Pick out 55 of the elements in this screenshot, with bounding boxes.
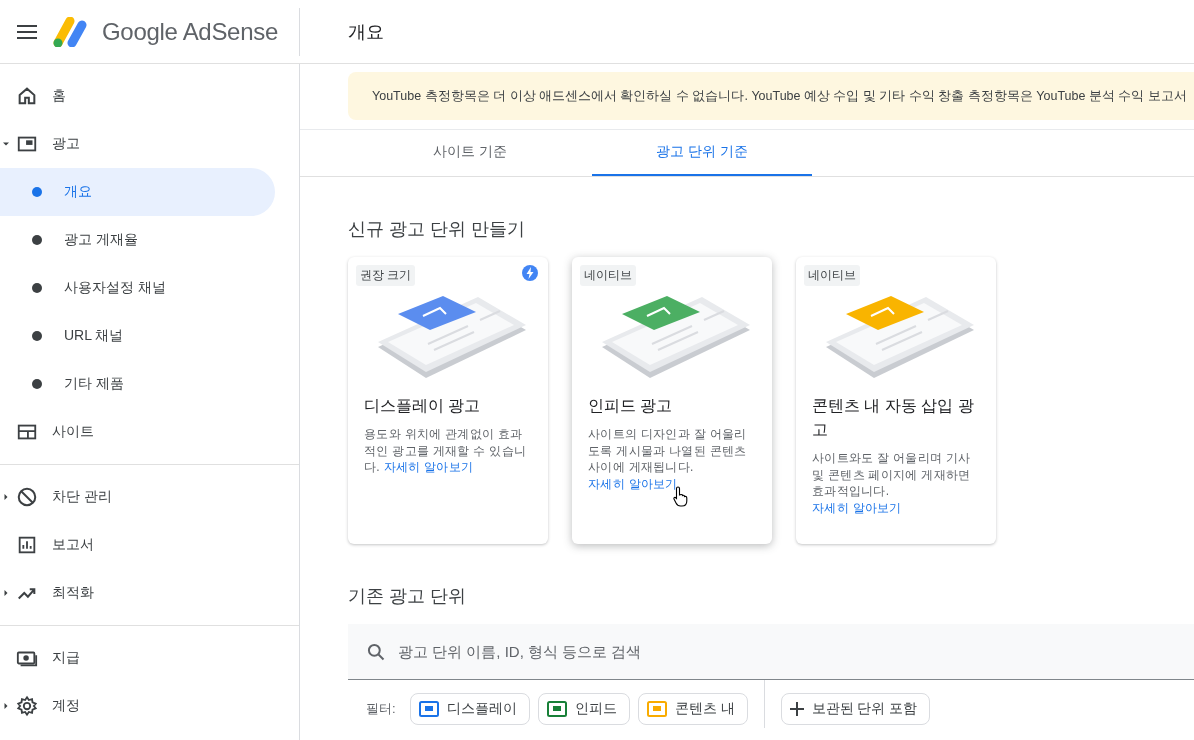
section-title: 신규 광고 단위 만들기 bbox=[348, 218, 526, 241]
home-icon bbox=[16, 85, 38, 107]
nav-subitem[interactable]: 개요 bbox=[0, 168, 275, 216]
nav-item[interactable]: 차단 관리 bbox=[0, 473, 275, 521]
card-title: 인피드 광고 bbox=[588, 396, 674, 416]
bullet-icon bbox=[32, 379, 42, 389]
nav-subitem[interactable]: 기타 제품 bbox=[0, 360, 275, 408]
search-icon bbox=[366, 641, 386, 662]
bullet-icon bbox=[32, 187, 42, 197]
nav-subitem[interactable]: 광고 게재율 bbox=[0, 216, 275, 264]
card-title: 콘텐츠 내 자동 삽입 광고 bbox=[812, 396, 975, 440]
notice-banner: YouTube 측정항목은 더 이상 애드센스에서 확인하실 수 없습니다. YouTube 예상 수입 및 기타 수익 창출 측정항목은 YouTube 분석 수익 보고서 bbox=[348, 72, 1194, 120]
tab[interactable]: 사이트 기준 bbox=[348, 130, 592, 176]
ad-type-card[interactable]: 네이티브 콘텐츠 내 자동 삽입 광고 사이트와도 잘 어울리며 기사 및 콘텐츠 페이지에 게재하면 효과적입니다. 자세히 알아보기 bbox=[796, 257, 996, 544]
bullet-icon bbox=[32, 331, 42, 341]
nav-subitem[interactable]: URL 채널 bbox=[0, 312, 275, 360]
nav-item[interactable]: 사이트 bbox=[0, 408, 275, 456]
section-title: 기존 광고 단위 bbox=[348, 585, 467, 608]
filter-chip[interactable]: 콘텐츠 내 bbox=[637, 693, 748, 725]
include-archived-button[interactable]: 보관된 단위 포함 bbox=[780, 693, 931, 725]
tab[interactable]: 광고 단위 기준 bbox=[592, 130, 812, 176]
learn-more-link[interactable]: 자세히 알아보기 bbox=[588, 476, 678, 491]
card-description: 사이트의 디자인과 잘 어울리도록 게시물과 나열된 콘텐츠 사이에 게재됩니다. 자세히 알아보기 bbox=[588, 426, 748, 492]
bullet-icon bbox=[32, 235, 42, 245]
filter-chip[interactable]: 디스플레이 bbox=[409, 693, 530, 725]
logo-icon bbox=[52, 16, 88, 47]
nav-item[interactable]: 계정 bbox=[0, 682, 275, 730]
card-tag: 권장 크기 bbox=[356, 265, 416, 286]
nav-item[interactable]: 지급 bbox=[0, 634, 275, 682]
ad-type-card[interactable]: 네이티브 인피드 광고 사이트의 디자인과 잘 어울리도록 게시물과 나열된 콘텐츠 사이에 게재됩니다. 자세히 알아보기 bbox=[572, 257, 772, 544]
learn-more-link[interactable]: 자세히 알아보기 bbox=[383, 460, 474, 474]
ad-type-card[interactable]: 권장 크기 디스플레이 광고 용도와 위치에 관계없이 효과적인 광고를 게재할 수 있습니다. 자세히 알아보기 bbox=[348, 257, 548, 544]
nav-item[interactable]: 보고서 bbox=[0, 521, 275, 569]
card-tag: 네이티브 bbox=[804, 265, 860, 286]
nav-item[interactable]: 광고 bbox=[0, 120, 275, 168]
brand-name: Google AdSense bbox=[102, 17, 278, 46]
menu-icon[interactable] bbox=[16, 23, 38, 40]
nav-subitem[interactable]: 사용자설정 채널 bbox=[0, 264, 275, 312]
card-description: 사이트와도 잘 어울리며 기사 및 콘텐츠 페이지에 게재하면 효과적입니다. 자세히 알아보기 bbox=[812, 450, 972, 516]
search-input[interactable]: 광고 단위 이름, ID, 형식 등으로 검색 bbox=[396, 642, 1194, 661]
card-description: 용도와 위치에 관계없이 효과적인 광고를 게재할 수 있습니다. 자세히 알아보기 bbox=[364, 426, 528, 476]
plus-icon bbox=[789, 702, 804, 716]
card-tag: 네이티브 bbox=[580, 265, 636, 286]
search-field[interactable]: 광고 단위 이름, ID, 형식 등으로 검색 bbox=[348, 624, 1194, 680]
bullet-icon bbox=[32, 283, 42, 293]
nav-item[interactable]: 최적화 bbox=[0, 569, 275, 617]
card-title: 디스플레이 광고 bbox=[364, 396, 482, 416]
nav-item[interactable]: 홈 bbox=[0, 72, 275, 120]
learn-more-link[interactable]: 자세히 알아보기 bbox=[812, 500, 902, 515]
block-icon bbox=[16, 486, 38, 508]
filter-chip[interactable]: 인피드 bbox=[537, 693, 630, 725]
bar-chart-icon bbox=[16, 534, 38, 556]
filter-label: 필터: bbox=[366, 700, 396, 718]
settings-icon bbox=[16, 695, 38, 717]
page-title: 개요 bbox=[348, 20, 384, 44]
